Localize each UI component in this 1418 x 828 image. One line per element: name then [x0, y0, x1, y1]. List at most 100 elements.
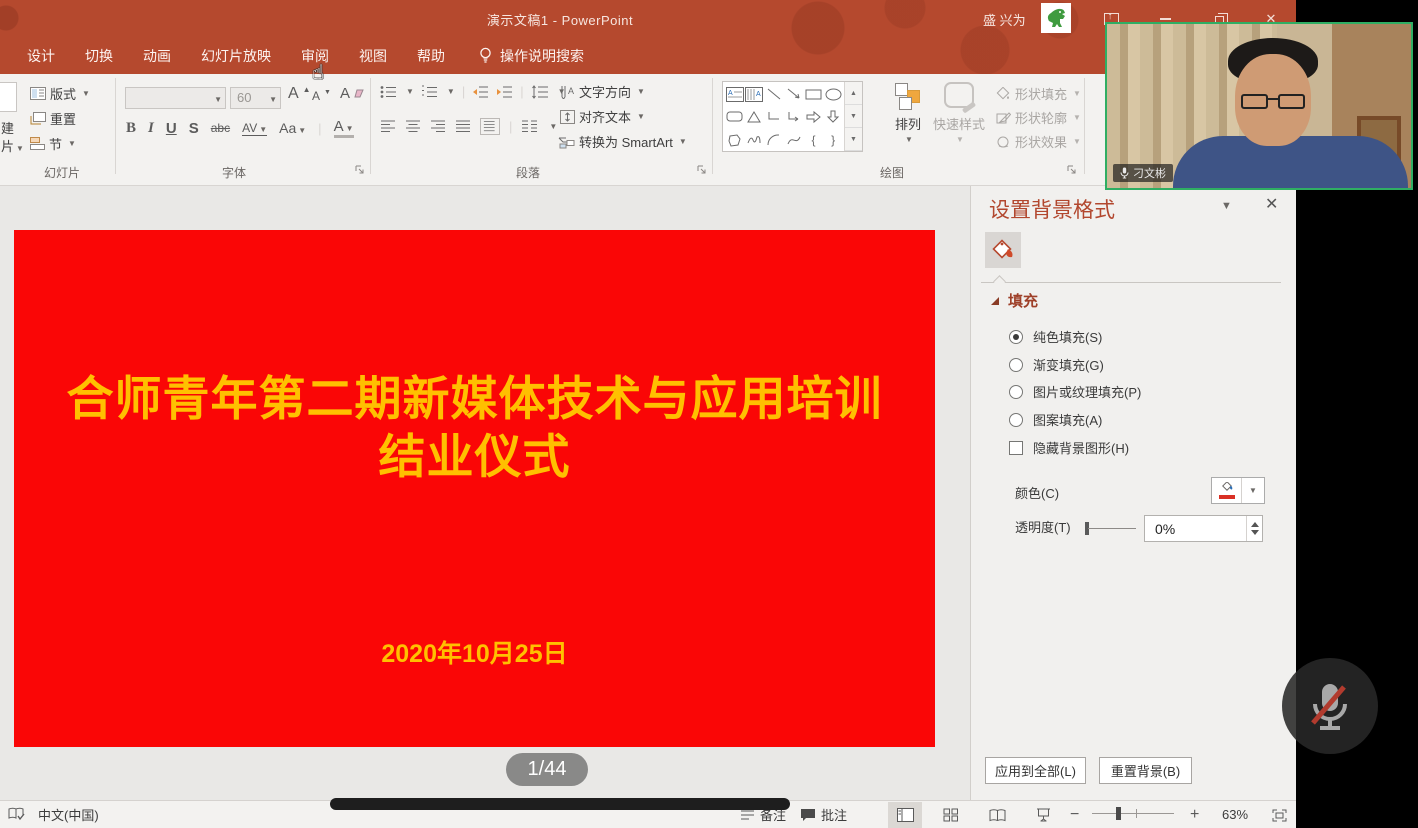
font-name-combo[interactable]: ▼	[125, 87, 226, 109]
character-spacing-button[interactable]: AV▼	[242, 121, 267, 136]
shape-rectangle-icon[interactable]	[805, 88, 822, 101]
fill-section-header[interactable]: 填充	[991, 290, 1038, 311]
align-left-icon[interactable]	[380, 120, 396, 133]
tell-me-search[interactable]: 操作说明搜索	[478, 46, 584, 66]
strikethrough-button[interactable]: abc	[211, 121, 230, 135]
font-size-combo[interactable]: 60▼	[230, 87, 281, 109]
underline-button[interactable]: U	[166, 120, 177, 137]
shapes-scroll-down[interactable]: ▼	[845, 105, 862, 128]
apply-to-all-button[interactable]: 应用到全部(L)	[985, 757, 1086, 784]
shape-oval-icon[interactable]	[825, 88, 842, 101]
radio-icon[interactable]	[1009, 385, 1023, 399]
columns-caret[interactable]: ▼	[549, 122, 557, 131]
shape-right-arrow-icon[interactable]	[805, 110, 822, 124]
slide-title[interactable]: 合师青年第二期新媒体技术与应用培训 结业仪式	[14, 370, 935, 486]
fill-tab-button[interactable]	[985, 232, 1021, 268]
radio-icon[interactable]	[1009, 413, 1023, 427]
justify-icon[interactable]	[455, 120, 471, 133]
reading-view-button[interactable]	[980, 802, 1014, 828]
align-right-icon[interactable]	[430, 120, 446, 133]
shape-freeform-icon[interactable]	[727, 133, 743, 147]
shapes-gallery-more[interactable]: ▼	[845, 128, 862, 151]
shape-arrow-icon[interactable]	[786, 87, 802, 101]
shape-curve-icon[interactable]	[786, 133, 802, 147]
drawing-dialog-launcher[interactable]	[1066, 164, 1077, 175]
bullets-icon[interactable]	[380, 85, 397, 99]
pane-options-chevron-icon[interactable]: ▼	[1221, 200, 1232, 212]
shape-right-brace-icon[interactable]: }	[831, 133, 835, 147]
section-button[interactable]: 节▼	[30, 134, 76, 153]
transparency-slider-rail[interactable]	[1088, 528, 1136, 529]
option-gradient-fill[interactable]: 渐变填充(G)	[1009, 355, 1104, 374]
shape-elbow-arrow-icon[interactable]	[786, 110, 802, 124]
italic-button[interactable]: I	[148, 120, 154, 137]
increase-indent-icon[interactable]	[496, 85, 513, 99]
shapes-scroll-up[interactable]: ▲	[845, 82, 862, 105]
shape-elbow-connector-icon[interactable]	[766, 110, 782, 124]
slide-sorter-view-button[interactable]	[934, 802, 968, 828]
tab-slideshow[interactable]: 幻灯片放映	[186, 37, 286, 74]
reset-button[interactable]: 重置	[30, 109, 76, 128]
comments-button[interactable]: 批注	[800, 801, 847, 828]
slide-date[interactable]: 2020年10月25日	[14, 634, 935, 670]
new-slide-label-partial-1[interactable]: 建	[1, 118, 14, 137]
clear-formatting-button[interactable]: A	[340, 85, 364, 102]
tab-transitions[interactable]: 切换	[70, 37, 128, 74]
font-dialog-launcher[interactable]	[354, 164, 365, 175]
convert-smartart-button[interactable]: 转换为 SmartArt▼	[558, 132, 687, 151]
tab-design[interactable]: 设计	[12, 37, 70, 74]
shape-outline-button[interactable]: 形状轮廓▼	[996, 108, 1081, 127]
quick-styles-button[interactable]: 快速样式 ▼	[930, 82, 988, 144]
option-picture-texture-fill[interactable]: 图片或纹理填充(P)	[1009, 382, 1141, 401]
shape-arc-icon[interactable]	[766, 133, 782, 147]
spell-check-button[interactable]	[8, 801, 25, 828]
slideshow-view-button[interactable]	[1026, 802, 1060, 828]
normal-view-button[interactable]	[888, 802, 922, 828]
tab-help[interactable]: 帮助	[402, 37, 460, 74]
shapes-gallery-scrollbar[interactable]: ▲ ▼ ▼	[844, 82, 862, 151]
avatar[interactable]	[1041, 3, 1071, 33]
horizontal-scrollbar-thumb[interactable]	[330, 798, 790, 810]
radio-icon[interactable]	[1009, 358, 1023, 372]
webcam-overlay[interactable]: 刁文彬	[1105, 22, 1413, 190]
change-case-button[interactable]: Aa▼	[279, 120, 306, 136]
fit-to-window-button[interactable]	[1262, 802, 1296, 828]
align-center-icon[interactable]	[405, 120, 421, 133]
option-solid-fill[interactable]: 纯色填充(S)	[1009, 327, 1102, 346]
zoom-in-button[interactable]: +	[1190, 801, 1199, 828]
pane-close-icon[interactable]: ✕	[1265, 194, 1278, 214]
text-direction-button[interactable]: A 文字方向▼	[560, 82, 645, 101]
shape-textbox-icon[interactable]: A	[726, 87, 744, 102]
shrink-font-button[interactable]: A▼	[312, 89, 331, 103]
color-picker-button[interactable]: ▼	[1211, 477, 1265, 504]
zoom-level[interactable]: 63%	[1222, 801, 1248, 828]
bold-button[interactable]: B	[126, 120, 136, 137]
paragraph-dialog-launcher[interactable]	[696, 164, 707, 175]
numbering-icon[interactable]	[421, 85, 438, 99]
language-indicator[interactable]: 中文(中国)	[38, 801, 99, 828]
zoom-slider-handle[interactable]	[1116, 807, 1121, 820]
numbering-caret[interactable]: ▼	[447, 87, 455, 96]
shape-triangle-icon[interactable]	[746, 110, 762, 124]
reset-background-button[interactable]: 重置背景(B)	[1099, 757, 1192, 784]
shape-vertical-textbox-icon[interactable]: A	[745, 87, 763, 102]
shape-down-arrow-icon[interactable]	[826, 109, 840, 124]
bullets-caret[interactable]: ▼	[406, 87, 414, 96]
zoom-out-button[interactable]: −	[1070, 801, 1079, 828]
shape-scribble-icon[interactable]	[746, 133, 762, 147]
new-slide-button-partial[interactable]	[0, 82, 17, 112]
slide[interactable]: 合师青年第二期新媒体技术与应用培训 结业仪式 2020年10月25日	[14, 230, 935, 747]
checkbox-icon[interactable]	[1009, 441, 1023, 455]
text-shadow-button[interactable]: S	[189, 120, 199, 137]
color-dropdown-caret[interactable]: ▼	[1249, 486, 1257, 495]
layout-button[interactable]: 版式▼	[30, 84, 90, 103]
align-text-button[interactable]: 对齐文本▼	[560, 107, 645, 126]
radio-selected-icon[interactable]	[1009, 330, 1023, 344]
distribute-text-icon[interactable]	[480, 118, 500, 135]
decrease-indent-icon[interactable]	[472, 85, 489, 99]
font-color-button[interactable]: A▼	[334, 118, 354, 138]
option-hide-background-graphics[interactable]: 隐藏背景图形(H)	[1009, 438, 1129, 457]
microphone-muted-button[interactable]	[1282, 658, 1378, 754]
new-slide-label-partial-2[interactable]: 片▼	[1, 136, 24, 155]
shape-rounded-rectangle-icon[interactable]	[726, 110, 743, 123]
